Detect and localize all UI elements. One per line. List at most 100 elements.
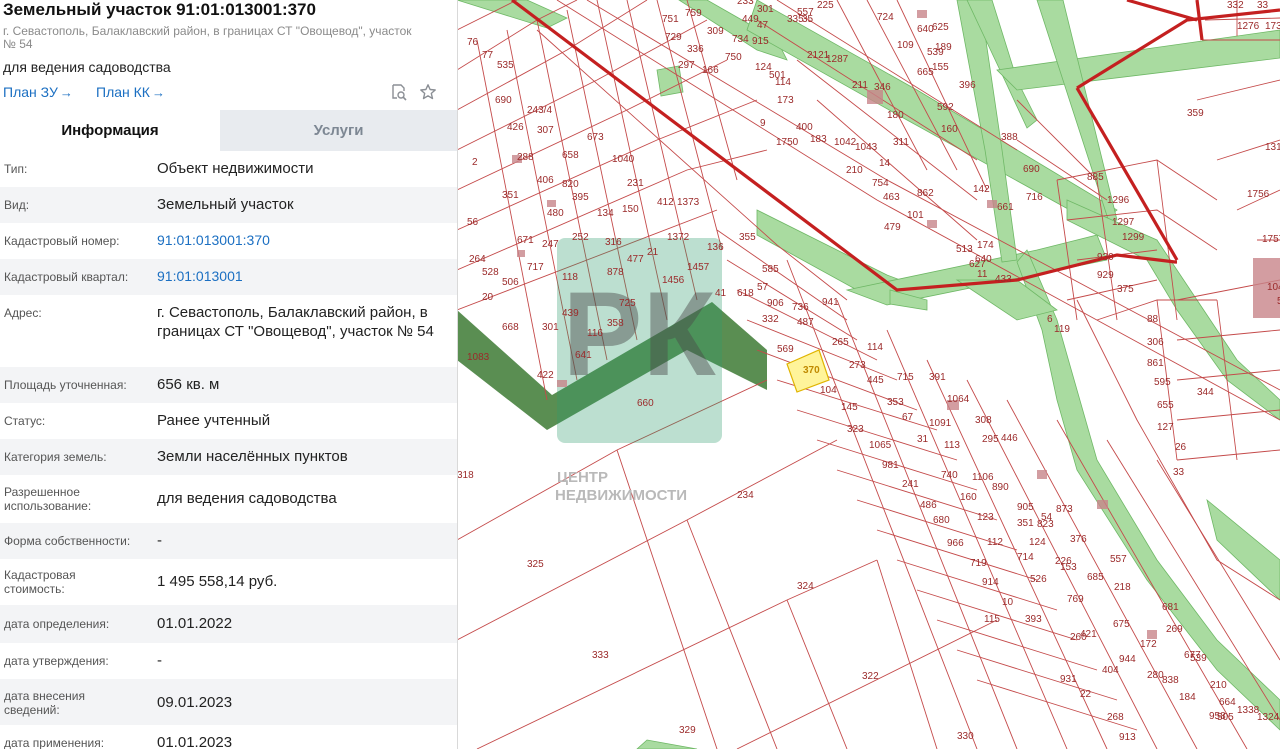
star-icon[interactable] xyxy=(419,83,437,101)
parcel-label: 325 xyxy=(527,559,544,570)
parcel-label: 127 xyxy=(1157,422,1174,433)
parcel-label: 180 xyxy=(887,110,904,121)
plan-kk-link[interactable]: План КК → xyxy=(96,84,165,100)
cadastral-number-link[interactable]: 91:01:013001:370 xyxy=(157,231,447,250)
parcel-label: 658 xyxy=(562,150,579,161)
parcel-label: 391 xyxy=(929,372,946,383)
info-row-entry-date: дата внесения сведений: 09.01.2023 xyxy=(0,679,457,725)
parcel-label: 513 xyxy=(956,244,973,255)
map-canvas[interactable]: РК ЦЕНТР НЕДВИЖИМОСТИ 7677535 690 243/4426… xyxy=(457,0,1280,749)
cadastral-map[interactable]: РК ЦЕНТР НЕДВИЖИМОСТИ 76 77 535 690 243/4 426… xyxy=(457,0,1280,749)
parcel-label: 56 xyxy=(467,217,479,228)
parcel-label: 210 xyxy=(1210,680,1227,691)
map-search-icon[interactable] xyxy=(390,83,408,101)
parcel-label: 395 xyxy=(572,192,589,203)
parcel-label: 873 xyxy=(1056,504,1073,515)
parcel-label: 155 xyxy=(932,62,949,73)
parcel-label: 306 xyxy=(1147,337,1164,348)
parcel-label: 233 xyxy=(737,0,754,7)
parcel-label: 269 xyxy=(1166,624,1183,635)
parcel-label: 318 xyxy=(457,470,474,481)
info-label: Тип: xyxy=(4,162,28,176)
parcel-label: 124 xyxy=(755,62,772,73)
parcel-label: 906 xyxy=(767,298,784,309)
plan-zu-link[interactable]: План ЗУ → xyxy=(3,84,73,100)
info-row-type: Тип: Объект недвижимости xyxy=(0,151,457,187)
tab-services[interactable]: Услуги xyxy=(220,110,457,151)
parcel-label: 2 xyxy=(472,157,478,168)
parcel-title: Земельный участок 91:01:013001:370 xyxy=(3,0,316,19)
parcel-label: 1297 xyxy=(1112,217,1135,228)
parcel-label: 31 xyxy=(917,434,929,445)
parcel-label: 145 xyxy=(841,402,858,413)
parcel-label: 655 xyxy=(1157,400,1174,411)
panel-tabs: Информация Услуги xyxy=(0,110,457,151)
parcel-label: 660 xyxy=(637,398,654,409)
parcel-label: 618 xyxy=(737,288,754,299)
info-row-address: Адрес: г. Севастополь, Балаклавский райо… xyxy=(0,295,457,367)
parcel-label: 241 xyxy=(902,479,919,490)
parcel-label: 528 xyxy=(482,267,499,278)
tab-information[interactable]: Информация xyxy=(0,110,220,151)
parcel-label: 344 xyxy=(1197,387,1214,398)
parcel-label: 885 xyxy=(1087,172,1104,183)
parcel-label: 668 xyxy=(502,322,519,333)
parcel-label: 944 xyxy=(1119,654,1136,665)
parcel-label: 625 xyxy=(932,22,949,33)
info-value: Земельный участок xyxy=(157,196,294,213)
info-value: - xyxy=(157,652,162,669)
parcel-label: 136 xyxy=(707,242,724,253)
parcel-label: 914 xyxy=(982,577,999,588)
parcel-label: 114 xyxy=(867,342,883,353)
parcel-label: 913 xyxy=(1119,732,1136,743)
parcel-label: 35 xyxy=(802,14,814,25)
parcel-label: 323 xyxy=(847,424,864,435)
info-row-determination-date: дата определения: 01.01.2022 xyxy=(0,605,457,643)
parcel-label: 680 xyxy=(933,515,950,526)
parcel-label: 941 xyxy=(822,297,839,308)
parcel-label: 218 xyxy=(1114,582,1131,593)
parcel-label: 862 xyxy=(917,188,934,199)
info-label: Статус: xyxy=(4,414,46,428)
info-row-cadastral-quarter: Кадастровый квартал: 91:01:013001 xyxy=(0,259,457,295)
parcel-label: 119 xyxy=(1054,324,1070,335)
parcel-label: 480 xyxy=(547,208,564,219)
parcel-label: 931 xyxy=(1060,674,1077,685)
parcel-label: 351 xyxy=(502,190,519,201)
parcel-label: 104 xyxy=(820,385,837,396)
parcel-label: 740 xyxy=(941,470,958,481)
parcel-label: 439 xyxy=(562,308,579,319)
parcel-label: 627 xyxy=(969,259,986,270)
info-row-cadastral-value: Кадастровая стоимость: 1 495 558,14 руб. xyxy=(0,559,457,605)
info-label: Кадастровый квартал: xyxy=(4,270,129,284)
parcel-label: 750 xyxy=(725,52,742,63)
parcel-label: 426 xyxy=(507,122,524,133)
cadastral-quarter-link[interactable]: 91:01:013001 xyxy=(157,267,447,286)
parcel-label: 295 xyxy=(982,434,999,445)
info-row-area: Площадь уточненная: 656 кв. м xyxy=(0,367,457,403)
parcel-label: 477 xyxy=(627,254,644,265)
info-row-permitted-use: Разрешенное использование: для ведения с… xyxy=(0,475,457,523)
info-value: 656 кв. м xyxy=(157,376,220,393)
parcel-label: 685 xyxy=(1087,572,1104,583)
parcel-label: 265 xyxy=(832,337,849,348)
parcel-label: 33 xyxy=(1173,467,1185,478)
parcel-label: 1065 xyxy=(869,440,892,451)
watermark-text-line1: ЦЕНТР xyxy=(557,469,608,486)
parcel-label: 966 xyxy=(947,538,964,549)
parcel-label: 101 xyxy=(907,210,924,221)
parcel-label: 47 xyxy=(757,20,769,31)
parcel-label: 716 xyxy=(1026,192,1043,203)
parcel-label: 370 xyxy=(803,365,820,376)
parcel-label: 400 xyxy=(796,122,813,133)
parcel-label: 211 xyxy=(852,80,868,91)
parcel-label: 422 xyxy=(537,370,554,381)
info-row-status: Статус: Ранее учтенный xyxy=(0,403,457,439)
parcel-label: 260 xyxy=(1070,632,1087,643)
parcel-label: 715 xyxy=(897,372,914,383)
parcel-label: 184 xyxy=(1179,692,1196,703)
parcel-label: 330 xyxy=(957,731,974,742)
parcel-label: 930 xyxy=(1097,252,1114,263)
info-label: дата определения: xyxy=(4,617,110,631)
parcel-label: 661 xyxy=(997,202,1014,213)
